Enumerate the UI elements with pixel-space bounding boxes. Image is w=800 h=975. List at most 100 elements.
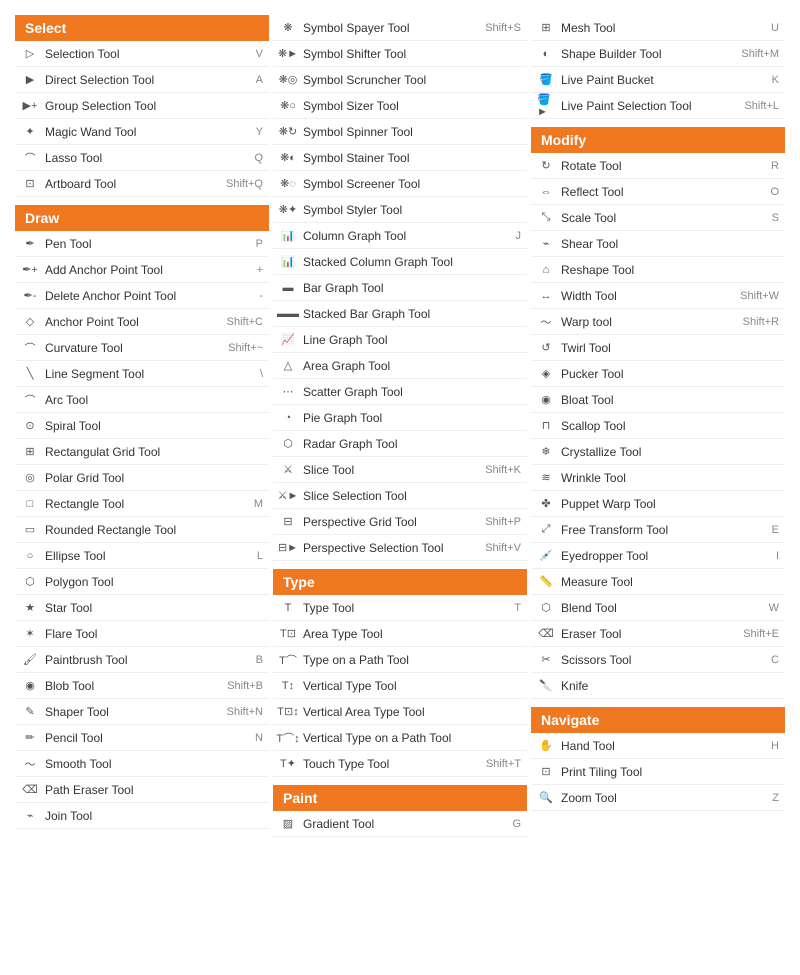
tool-item[interactable]: ≋Wrinkle Tool — [531, 465, 785, 491]
tool-item[interactable]: ✒Pen ToolP — [15, 231, 269, 257]
tool-icon: ◉ — [21, 677, 39, 695]
tool-item[interactable]: T⊡↕Vertical Area Type Tool — [273, 699, 527, 725]
tool-item[interactable]: ⬡Radar Graph Tool — [273, 431, 527, 457]
tool-item[interactable]: 🔪Knife — [531, 673, 785, 699]
tool-item[interactable]: ⤡Scale ToolS — [531, 205, 785, 231]
tool-item[interactable]: T⌒↕Vertical Type on a Path Tool — [273, 725, 527, 751]
tool-item[interactable]: ⊓Scallop Tool — [531, 413, 785, 439]
tool-item[interactable]: 〜Warp toolShift+R — [531, 309, 785, 335]
tool-item[interactable]: ↔Width ToolShift+W — [531, 283, 785, 309]
tool-item[interactable]: ◎Polar Grid Tool — [15, 465, 269, 491]
tool-item[interactable]: ✎Shaper ToolShift+N — [15, 699, 269, 725]
tool-name: Bar Graph Tool — [303, 281, 521, 295]
tool-item[interactable]: ◉Blob ToolShift+B — [15, 673, 269, 699]
tool-name: Flare Tool — [45, 627, 263, 641]
tool-item[interactable]: ⚔►Slice Selection Tool — [273, 483, 527, 509]
tool-item[interactable]: ↻Rotate ToolR — [531, 153, 785, 179]
tool-item[interactable]: ★Star Tool — [15, 595, 269, 621]
tool-item[interactable]: ⌫Eraser ToolShift+E — [531, 621, 785, 647]
tool-item[interactable]: ⇔Reflect ToolO — [531, 179, 785, 205]
tool-item[interactable]: 📏Measure Tool — [531, 569, 785, 595]
tool-item[interactable]: ✶Flare Tool — [15, 621, 269, 647]
tool-item[interactable]: ⊞Mesh ToolU — [531, 15, 785, 41]
tool-item[interactable]: 📊Stacked Column Graph Tool — [273, 249, 527, 275]
tool-item[interactable]: ✏Pencil ToolN — [15, 725, 269, 751]
tool-item[interactable]: ❋◌Symbol Screener Tool — [273, 171, 527, 197]
tool-item[interactable]: ▬Bar Graph Tool — [273, 275, 527, 301]
tool-item[interactable]: ⊟Perspective Grid ToolShift+P — [273, 509, 527, 535]
tool-item[interactable]: 🔍Zoom ToolZ — [531, 785, 785, 811]
tool-icon: ✤ — [537, 495, 555, 513]
tool-item[interactable]: ❋◐Symbol Stainer Tool — [273, 145, 527, 171]
tool-item[interactable]: ⬡Polygon Tool — [15, 569, 269, 595]
tool-item[interactable]: ✤Puppet Warp Tool — [531, 491, 785, 517]
tool-name: Knife — [561, 679, 779, 693]
tool-item[interactable]: ❄Crystallize Tool — [531, 439, 785, 465]
tool-item[interactable]: T↕Vertical Type Tool — [273, 673, 527, 699]
tool-item[interactable]: ⌁Join Tool — [15, 803, 269, 829]
tool-item[interactable]: T⌒Type on a Path Tool — [273, 647, 527, 673]
tool-item[interactable]: ⊡Artboard ToolShift+Q — [15, 171, 269, 197]
tool-item[interactable]: ⌂Reshape Tool — [531, 257, 785, 283]
tool-item[interactable]: ⌫Path Eraser Tool — [15, 777, 269, 803]
tool-item[interactable]: T✦Touch Type ToolShift+T — [273, 751, 527, 777]
tool-item[interactable]: ✂Scissors ToolC — [531, 647, 785, 673]
tool-item[interactable]: ⊞Rectangulat Grid Tool — [15, 439, 269, 465]
tool-item[interactable]: ⊡Print Tiling Tool — [531, 759, 785, 785]
tool-icon: ⚔ — [279, 461, 297, 479]
tool-item[interactable]: T⊡Area Type Tool — [273, 621, 527, 647]
tool-item[interactable]: ❋◎Symbol Scruncher Tool — [273, 67, 527, 93]
tool-item[interactable]: ✒+Add Anchor Point Tool+ — [15, 257, 269, 283]
tool-item[interactable]: ❋Symbol Spayer ToolShift+S — [273, 15, 527, 41]
tool-item[interactable]: ◈Pucker Tool — [531, 361, 785, 387]
tool-item[interactable]: ⌁Shear Tool — [531, 231, 785, 257]
tool-item[interactable]: ✒-Delete Anchor Point Tool- — [15, 283, 269, 309]
tool-item[interactable]: ✦Magic Wand ToolY — [15, 119, 269, 145]
tool-item[interactable]: ❋►Symbol Shifter Tool — [273, 41, 527, 67]
tool-item[interactable]: ○Ellipse ToolL — [15, 543, 269, 569]
tool-item[interactable]: 📊Column Graph ToolJ — [273, 223, 527, 249]
tool-item[interactable]: ◔Pie Graph Tool — [273, 405, 527, 431]
tool-item[interactable]: ⬡Blend ToolW — [531, 595, 785, 621]
tool-item[interactable]: △Area Graph Tool — [273, 353, 527, 379]
tool-item[interactable]: ⋯Scatter Graph Tool — [273, 379, 527, 405]
tool-item[interactable]: ◇Anchor Point ToolShift+C — [15, 309, 269, 335]
tool-icon: ⤢ — [537, 521, 555, 539]
tool-item[interactable]: ❋○Symbol Sizer Tool — [273, 93, 527, 119]
tool-item[interactable]: ◉Bloat Tool — [531, 387, 785, 413]
section-header-modify: Modify — [531, 127, 785, 153]
tool-item[interactable]: □Rectangle ToolM — [15, 491, 269, 517]
tool-item[interactable]: ⚔Slice ToolShift+K — [273, 457, 527, 483]
tool-item[interactable]: ❋✦Symbol Styler Tool — [273, 197, 527, 223]
tool-name: Reflect Tool — [561, 185, 766, 199]
tool-item[interactable]: 🖌Paintbrush ToolB — [15, 647, 269, 673]
tool-item[interactable]: ⊟►Perspective Selection ToolShift+V — [273, 535, 527, 561]
tool-icon: ○ — [21, 547, 39, 565]
tool-item[interactable]: ▶Direct Selection ToolA — [15, 67, 269, 93]
tool-item[interactable]: ▶+Group Selection Tool — [15, 93, 269, 119]
tool-icon: T✦ — [279, 755, 297, 773]
tool-item[interactable]: ⌒Lasso ToolQ — [15, 145, 269, 171]
tool-item[interactable]: 💉Eyedropper ToolI — [531, 543, 785, 569]
tool-item[interactable]: 📈Line Graph Tool — [273, 327, 527, 353]
tool-name: Shear Tool — [561, 237, 779, 251]
tool-item[interactable]: ▬▬Stacked Bar Graph Tool — [273, 301, 527, 327]
tool-item[interactable]: ╲Line Segment Tool\ — [15, 361, 269, 387]
tool-item[interactable]: TType ToolT — [273, 595, 527, 621]
tool-item[interactable]: ❋↻Symbol Spinner Tool — [273, 119, 527, 145]
tool-shortcut: Y — [256, 126, 263, 138]
tool-item[interactable]: ▷Selection ToolV — [15, 41, 269, 67]
tool-item[interactable]: 🪣Live Paint BucketK — [531, 67, 785, 93]
tool-item[interactable]: ⌒Curvature ToolShift+~ — [15, 335, 269, 361]
tool-item[interactable]: ↺Twirl Tool — [531, 335, 785, 361]
tool-item[interactable]: 🪣►Live Paint Selection ToolShift+L — [531, 93, 785, 119]
tool-item[interactable]: ⤢Free Transform ToolE — [531, 517, 785, 543]
tool-item[interactable]: ▨Gradient ToolG — [273, 811, 527, 837]
tool-item[interactable]: ⊙Spiral Tool — [15, 413, 269, 439]
tool-item[interactable]: ▭Rounded Rectangle Tool — [15, 517, 269, 543]
tool-shortcut: R — [771, 160, 779, 172]
tool-item[interactable]: ✋Hand ToolH — [531, 733, 785, 759]
tool-item[interactable]: ⌒Arc Tool — [15, 387, 269, 413]
tool-item[interactable]: 〜Smooth Tool — [15, 751, 269, 777]
tool-item[interactable]: ◐Shape Builder ToolShift+M — [531, 41, 785, 67]
